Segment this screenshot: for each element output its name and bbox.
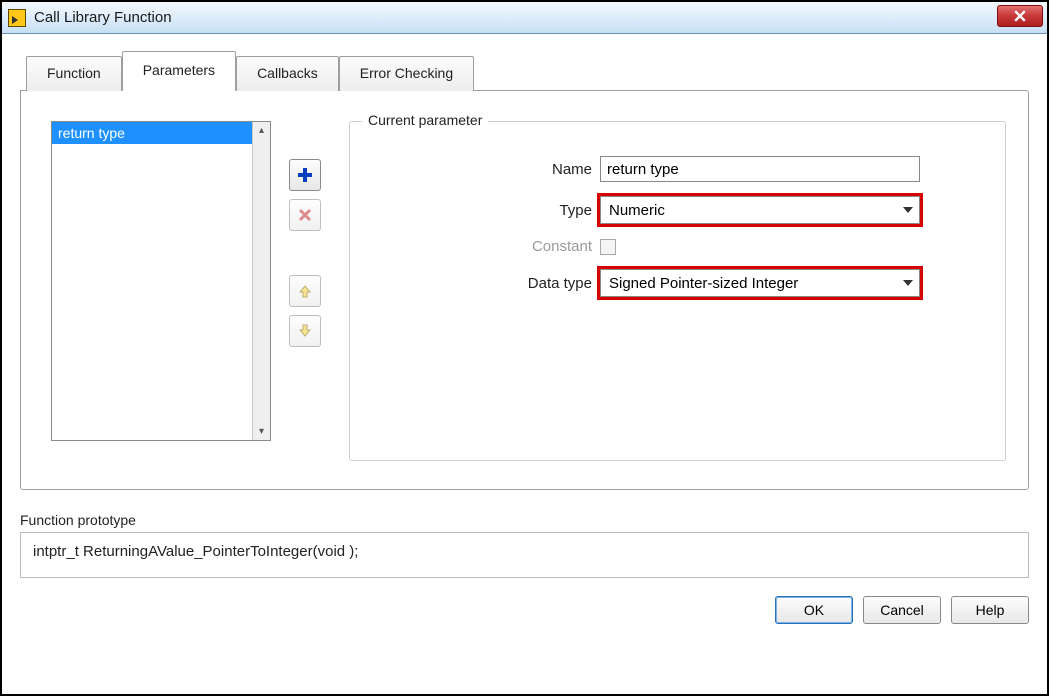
arrow-down-icon xyxy=(298,324,312,338)
help-button[interactable]: Help xyxy=(951,596,1029,624)
type-value: Numeric xyxy=(609,202,665,219)
arrow-up-icon xyxy=(298,284,312,298)
remove-param-button[interactable] xyxy=(289,199,321,231)
tab-panel-parameters: return type ▴ ▾ xyxy=(20,90,1029,490)
list-item[interactable]: return type xyxy=(52,122,252,144)
parameter-listbox[interactable]: return type ▴ ▾ xyxy=(51,121,271,441)
dialog-button-row: OK Cancel Help xyxy=(20,596,1029,624)
client-area: Function Parameters Callbacks Error Chec… xyxy=(2,34,1047,638)
add-param-button[interactable] xyxy=(289,159,321,191)
current-parameter-group: Current parameter Name Type Numeric xyxy=(349,121,1006,461)
name-label: Name xyxy=(370,161,600,178)
title-bar: Call Library Function xyxy=(2,2,1047,34)
tab-parameters[interactable]: Parameters xyxy=(122,51,236,91)
chevron-down-icon xyxy=(903,280,913,286)
prototype-text: intptr_t ReturningAValue_PointerToIntege… xyxy=(20,532,1029,578)
tab-callbacks[interactable]: Callbacks xyxy=(236,56,339,91)
type-label: Type xyxy=(370,202,600,219)
plus-icon xyxy=(297,167,313,183)
group-legend: Current parameter xyxy=(362,112,488,128)
window-title: Call Library Function xyxy=(34,9,172,26)
tab-error-checking[interactable]: Error Checking xyxy=(339,56,474,91)
param-button-column xyxy=(289,159,321,347)
function-prototype-group: Function prototype intptr_t ReturningAVa… xyxy=(20,512,1029,578)
chevron-down-icon xyxy=(903,207,913,213)
scroll-down-icon[interactable]: ▾ xyxy=(259,423,264,440)
move-down-button[interactable] xyxy=(289,315,321,347)
datatype-value: Signed Pointer-sized Integer xyxy=(609,275,798,292)
constant-checkbox xyxy=(600,239,616,255)
name-field[interactable] xyxy=(600,156,920,182)
tab-strip: Function Parameters Callbacks Error Chec… xyxy=(26,50,1029,90)
delete-x-icon xyxy=(298,208,312,222)
app-icon xyxy=(8,9,26,27)
constant-label: Constant xyxy=(370,238,600,255)
listbox-scrollbar[interactable]: ▴ ▾ xyxy=(252,122,270,440)
move-up-button[interactable] xyxy=(289,275,321,307)
cancel-button[interactable]: Cancel xyxy=(863,596,941,624)
prototype-label: Function prototype xyxy=(20,512,1029,528)
datatype-label: Data type xyxy=(370,275,600,292)
type-combobox[interactable]: Numeric xyxy=(600,196,920,224)
datatype-combobox[interactable]: Signed Pointer-sized Integer xyxy=(600,269,920,297)
tab-function[interactable]: Function xyxy=(26,56,122,91)
close-button[interactable] xyxy=(997,5,1043,27)
scroll-up-icon[interactable]: ▴ xyxy=(259,122,264,139)
close-icon xyxy=(1014,10,1026,22)
ok-button[interactable]: OK xyxy=(775,596,853,624)
